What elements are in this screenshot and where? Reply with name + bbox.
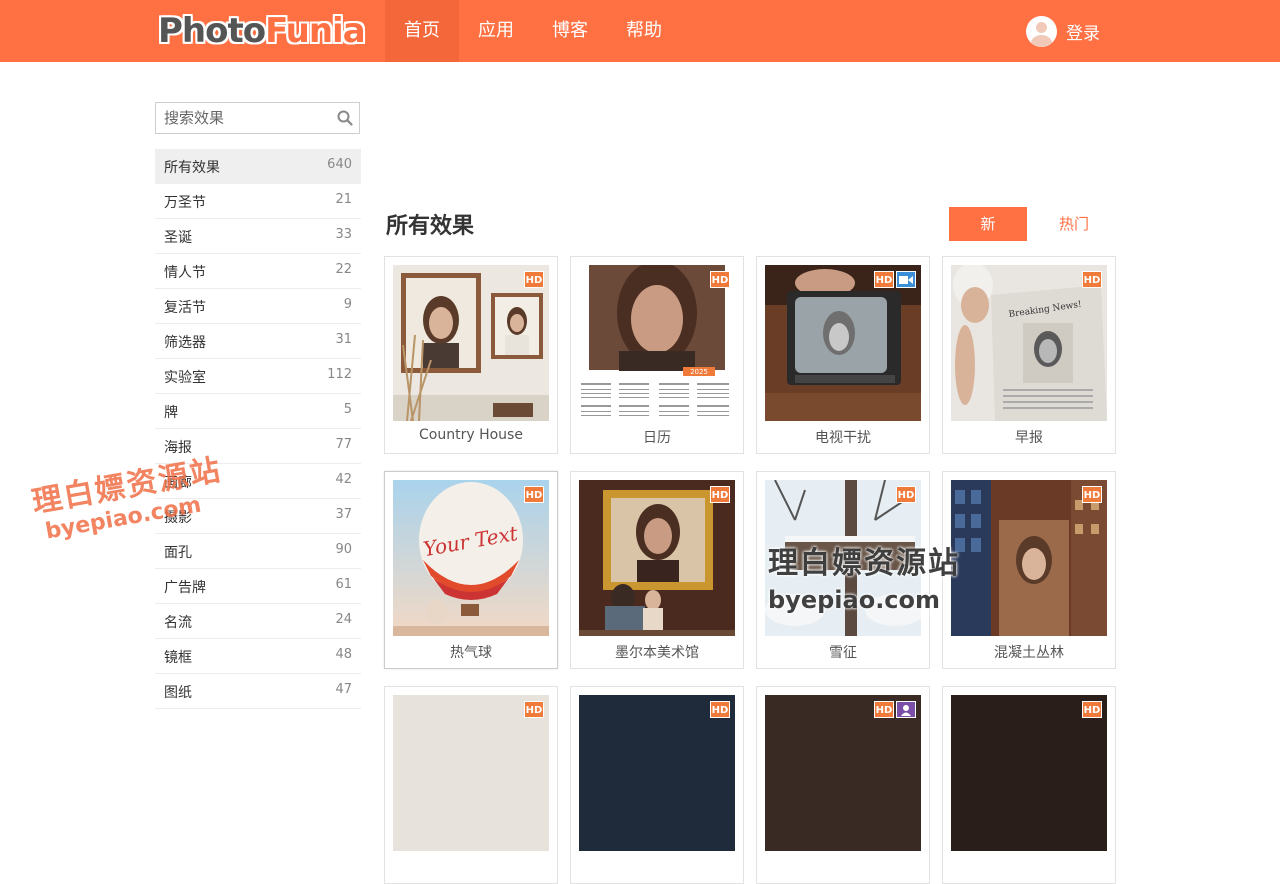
nav-home[interactable]: 首页: [385, 0, 459, 62]
category-valentines[interactable]: 情人节 22: [155, 254, 361, 289]
main-nav: 首页 应用 博客 帮助: [385, 0, 681, 62]
effect-card[interactable]: HD: [942, 686, 1116, 884]
hd-badge: HD: [710, 486, 730, 503]
login-button[interactable]: 登录: [1026, 16, 1100, 47]
effect-card-morning-paper[interactable]: Breaking News! HD 早报: [942, 256, 1116, 454]
calendar-year: 2025: [690, 368, 708, 376]
card-label: 早报: [1015, 430, 1043, 446]
search-box: [155, 102, 360, 134]
category-christmas[interactable]: 圣诞 33: [155, 219, 361, 254]
category-frames[interactable]: 镜框 48: [155, 639, 361, 674]
category-billboards[interactable]: 广告牌 61: [155, 569, 361, 604]
person-icon: [896, 701, 916, 718]
top-header: PhotoFunia 首页 应用 博客 帮助 登录: [0, 0, 1280, 62]
video-camera-icon: [896, 271, 916, 288]
search-icon[interactable]: [337, 110, 353, 126]
sort-popular-button[interactable]: 热门: [1035, 207, 1113, 241]
search-input[interactable]: [164, 108, 334, 128]
card-label: 混凝土丛林: [994, 645, 1064, 661]
card-label: Country House: [419, 427, 523, 443]
category-easter[interactable]: 复活节 9: [155, 289, 361, 324]
effect-thumbnail: [765, 695, 921, 851]
card-label: 墨尔本美术馆: [615, 645, 699, 661]
hd-badge: HD: [874, 701, 894, 718]
nav-apps[interactable]: 应用: [459, 0, 533, 62]
category-filters[interactable]: 筛选器 31: [155, 324, 361, 359]
hd-badge: HD: [1082, 701, 1102, 718]
nav-help[interactable]: 帮助: [607, 0, 681, 62]
hd-badge: HD: [874, 271, 894, 288]
photofunia-logo[interactable]: PhotoFunia: [158, 12, 366, 50]
effect-card-tv-interference[interactable]: HD 电视干扰: [756, 256, 930, 454]
hd-badge: HD: [1082, 486, 1102, 503]
hd-badge: HD: [710, 271, 730, 288]
effect-card-calendar[interactable]: 2025 HD 日历: [570, 256, 744, 454]
sort-new-button[interactable]: 新: [949, 207, 1027, 241]
nav-blog[interactable]: 博客: [533, 0, 607, 62]
category-faces[interactable]: 面孔 90: [155, 534, 361, 569]
page-title: 所有效果: [386, 214, 475, 239]
hd-badge: HD: [524, 271, 544, 288]
card-label: 日历: [643, 430, 671, 446]
watermark-center: 理白嫖资源站 byepiao.com: [768, 546, 960, 614]
hd-badge: HD: [896, 486, 916, 503]
category-all[interactable]: 所有效果 640: [155, 149, 361, 184]
card-label: 电视干扰: [815, 430, 871, 446]
category-cards[interactable]: 牌5: [155, 394, 361, 429]
effect-card[interactable]: HD: [384, 686, 558, 884]
effect-card-hot-air-balloon[interactable]: Your Text HD 热气球: [384, 471, 558, 669]
hd-badge: HD: [524, 486, 544, 503]
effect-card-country-house[interactable]: HD Country House: [384, 256, 558, 454]
category-drawings[interactable]: 图纸 47: [155, 674, 361, 709]
card-label: 热气球: [450, 645, 492, 661]
effect-card[interactable]: HD: [756, 686, 930, 884]
login-label: 登录: [1066, 24, 1100, 44]
effect-card-concrete-jungle[interactable]: HD 混凝土丛林: [942, 471, 1116, 669]
hd-badge: HD: [1082, 271, 1102, 288]
effect-card[interactable]: HD: [570, 686, 744, 884]
user-avatar-icon: [1026, 16, 1057, 47]
category-list: 所有效果 640 万圣节 21 圣诞 33 情人节 22 复活节 9 筛选器 31 实验室 1…: [155, 149, 361, 709]
category-halloween[interactable]: 万圣节 21: [155, 184, 361, 219]
effect-card-melbourne-gallery[interactable]: HD 墨尔本美术馆: [570, 471, 744, 669]
hd-badge: HD: [710, 701, 730, 718]
category-celebrities[interactable]: 名流 24: [155, 604, 361, 639]
card-label: 雪征: [829, 645, 857, 661]
category-lab[interactable]: 实验室 112: [155, 359, 361, 394]
hd-badge: HD: [524, 701, 544, 718]
tv-interference-thumbnail: [765, 265, 921, 421]
